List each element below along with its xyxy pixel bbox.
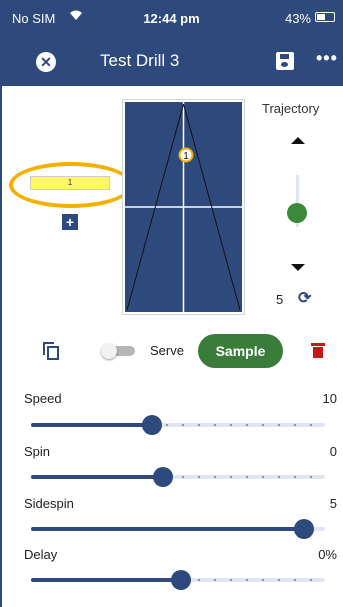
delay-value: 0% [318, 547, 337, 562]
table-diagram[interactable]: 1 [122, 99, 245, 315]
battery-icon [315, 12, 335, 22]
spin-value: 0 [329, 444, 337, 459]
serve-toggle[interactable] [101, 343, 135, 359]
left-edge-bar [0, 86, 2, 607]
sidespin-label: Sidespin [24, 496, 74, 511]
more-options-icon[interactable]: ••• [316, 48, 338, 69]
trajectory-value: 5 [276, 292, 284, 307]
sidespin-value: 5 [329, 496, 337, 511]
ball-marker-label: 1 [183, 151, 189, 162]
table-lines: 1 [125, 102, 242, 312]
trajectory-up-icon[interactable] [291, 137, 305, 144]
delay-label: Delay [24, 547, 58, 562]
spin-label: Spin [24, 444, 51, 459]
trajectory-label: Trajectory [262, 101, 320, 116]
copy-icon[interactable] [43, 342, 59, 360]
add-zone-button[interactable]: + [62, 214, 78, 230]
serve-label: Serve [150, 343, 184, 358]
trajectory-down-icon[interactable] [291, 264, 305, 271]
zone-box[interactable]: 1 [30, 176, 110, 190]
speed-value: 10 [322, 391, 337, 406]
delete-icon[interactable] [311, 343, 325, 358]
refresh-icon[interactable]: ⟳ [298, 288, 311, 308]
app-bar: ✕ Test Drill 3 ••• [0, 38, 343, 86]
speed-slider[interactable] [31, 423, 325, 427]
spin-thumb[interactable] [153, 467, 174, 487]
close-icon[interactable]: ✕ [36, 52, 56, 72]
trajectory-knob[interactable] [287, 203, 307, 224]
sidespin-thumb[interactable] [294, 519, 315, 539]
sample-button[interactable]: Sample [198, 334, 283, 368]
battery-percent: 43% [284, 11, 311, 26]
speed-label: Speed [24, 391, 62, 406]
save-icon[interactable] [276, 52, 294, 70]
drill-title: Test Drill 3 [100, 51, 180, 70]
spin-slider[interactable] [31, 475, 325, 479]
speed-thumb[interactable] [141, 415, 162, 435]
status-bar: No SIM 12:44 pm 43% [0, 0, 343, 38]
delay-thumb[interactable] [170, 570, 191, 590]
sidespin-slider[interactable] [31, 527, 325, 531]
